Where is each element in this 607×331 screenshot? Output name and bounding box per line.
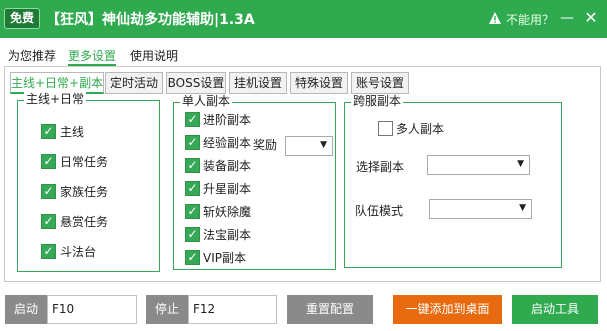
- label-vip-dungeon: VIP副本: [203, 251, 246, 265]
- tab-account-settings[interactable]: 账号设置: [351, 72, 409, 94]
- warning-icon: [489, 12, 501, 24]
- close-button[interactable]: ✕: [582, 8, 600, 28]
- checkbox-equipment-dungeon[interactable]: ✓: [185, 158, 200, 173]
- label-advance-dungeon: 进阶副本: [203, 113, 252, 127]
- label-family-tasks: 家族任务: [60, 185, 109, 199]
- label-reward: 奖励: [253, 138, 278, 152]
- minimize-button[interactable]: —: [558, 8, 576, 28]
- checkbox-family-tasks[interactable]: ✓: [41, 184, 56, 199]
- chevron-down-icon: ▼: [517, 159, 524, 169]
- group-solo-dungeon-title: 单人副本: [180, 94, 233, 108]
- checkbox-advance-dungeon[interactable]: ✓: [185, 112, 200, 127]
- checkbox-main-quest[interactable]: ✓: [41, 124, 56, 139]
- label-main-quest: 主线: [60, 125, 85, 139]
- cannot-use-link[interactable]: 不能用？: [506, 11, 554, 28]
- tab-afk-settings[interactable]: 挂机设置: [229, 72, 287, 94]
- checkbox-exp-dungeon[interactable]: ✓: [185, 135, 200, 150]
- chevron-down-icon: ▼: [320, 140, 327, 150]
- label-star-dungeon: 升星副本: [203, 182, 252, 196]
- free-badge: 免费: [4, 8, 41, 29]
- label-treasure-dungeon: 法宝副本: [203, 228, 252, 242]
- label-team-mode: 队伍模式: [355, 204, 404, 218]
- checkbox-daily-tasks[interactable]: ✓: [41, 154, 56, 169]
- label-arena: 斗法台: [60, 245, 97, 259]
- checkbox-bounty-tasks[interactable]: ✓: [41, 214, 56, 229]
- stop-button[interactable]: 停止: [146, 295, 188, 324]
- app-title: 【狂风】神仙劫多功能辅助|1.3A: [46, 12, 255, 28]
- launch-tool-button[interactable]: 启动工具: [512, 295, 598, 324]
- tab-timed-events[interactable]: 定时活动: [105, 72, 163, 94]
- tab-boss-settings[interactable]: BOSS设置: [166, 72, 226, 94]
- group-cross-server: 跨服副本: [344, 94, 562, 268]
- tab-special-settings[interactable]: 特殊设置: [290, 72, 348, 94]
- checkbox-multi-dungeon[interactable]: [378, 121, 393, 136]
- select-dungeon-dropdown[interactable]: ▼: [427, 155, 530, 175]
- add-to-desktop-button[interactable]: 一键添加到桌面: [393, 295, 502, 324]
- label-exp-dungeon: 经验副本: [203, 136, 252, 150]
- stop-hotkey-field[interactable]: F12: [188, 295, 277, 324]
- checkbox-vip-dungeon[interactable]: ✓: [185, 250, 200, 265]
- checkbox-treasure-dungeon[interactable]: ✓: [185, 227, 200, 242]
- tab-main-daily-dungeon[interactable]: 主线+日常+副本: [10, 72, 104, 94]
- label-daily-tasks: 日常任务: [60, 155, 109, 169]
- label-equipment-dungeon: 装备副本: [203, 159, 252, 173]
- checkbox-arena[interactable]: ✓: [41, 244, 56, 259]
- group-main-daily-title: 主线+日常: [24, 92, 87, 106]
- start-button[interactable]: 启动: [5, 295, 47, 324]
- group-cross-server-title: 跨服副本: [351, 94, 404, 108]
- label-select-dungeon: 选择副本: [356, 160, 405, 174]
- tab-recommend[interactable]: 为您推荐: [8, 46, 56, 66]
- label-multi-dungeon: 多人副本: [396, 122, 445, 136]
- start-hotkey-field[interactable]: F10: [47, 295, 137, 324]
- checkbox-star-dungeon[interactable]: ✓: [185, 181, 200, 196]
- label-demon-slaying: 斩妖除魔: [203, 205, 252, 219]
- chevron-down-icon: ▼: [519, 203, 526, 213]
- title-bar: 免费 【狂风】神仙劫多功能辅助|1.3A 不能用？ — ✕: [0, 0, 607, 38]
- reward-select[interactable]: ▼: [285, 136, 333, 156]
- team-mode-dropdown[interactable]: ▼: [429, 199, 532, 219]
- tab-instructions[interactable]: 使用说明: [130, 46, 178, 66]
- label-bounty-tasks: 悬赏任务: [60, 215, 109, 229]
- reset-config-button[interactable]: 重置配置: [287, 295, 373, 324]
- tab-more-settings[interactable]: 更多设置: [68, 46, 117, 66]
- checkbox-demon-slaying[interactable]: ✓: [185, 204, 200, 219]
